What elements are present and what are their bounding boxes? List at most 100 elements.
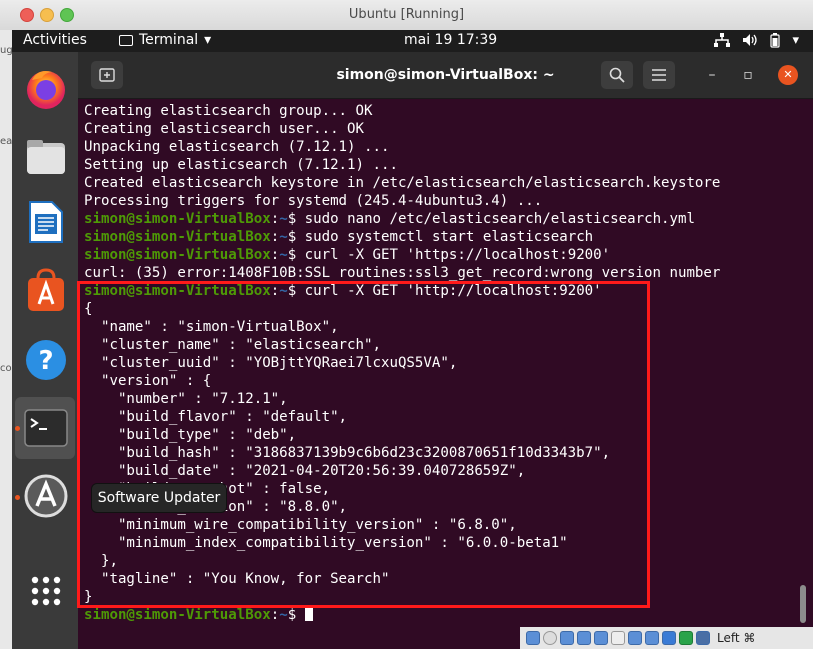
output-text: Created elasticsearch keystore in /etc/e…	[84, 175, 721, 191]
terminal-output-line: Created elasticsearch keystore in /etc/e…	[84, 174, 720, 192]
show-applications-icon	[31, 576, 61, 606]
terminal-output-line: curl: (35) error:1408F10B:SSL routines:s…	[84, 264, 720, 282]
hard-disk-icon[interactable]	[526, 631, 540, 645]
prompt-path: ~	[279, 229, 288, 245]
prompt-separator: :	[270, 211, 280, 227]
prompt-end: $	[287, 229, 305, 245]
terminal-app-icon	[119, 34, 133, 46]
prompt-user: simon@simon-VirtualBox	[84, 607, 271, 623]
hamburger-menu-icon	[652, 69, 666, 81]
audio-icon[interactable]	[560, 631, 574, 645]
writer-launcher[interactable]	[23, 199, 69, 245]
virtualbox-status-bar: Left ⌘	[520, 627, 813, 649]
files-launcher[interactable]	[23, 134, 69, 180]
background-text-fragment: ea	[0, 136, 13, 147]
terminal-launcher[interactable]	[23, 405, 69, 451]
system-menu-caret-icon: ▾	[792, 33, 799, 48]
virtualbox-title-bar: Ubuntu [Running]	[0, 0, 813, 31]
command-text: sudo systemctl start elasticsearch	[304, 229, 594, 245]
running-indicator	[15, 426, 20, 431]
prompt-separator: :	[270, 247, 280, 263]
terminal-command-line: simon@simon-VirtualBox:~$ sudo nano /etc…	[84, 210, 720, 228]
terminal-scrollbar[interactable]	[800, 585, 806, 623]
guest-additions-icon[interactable]	[679, 631, 693, 645]
prompt-path: ~	[279, 247, 288, 263]
mouse-integration-icon[interactable]	[696, 631, 710, 645]
activities-button[interactable]: Activities	[23, 32, 87, 48]
usb-icon[interactable]	[594, 631, 608, 645]
menu-button[interactable]	[643, 61, 675, 89]
help-icon: ?	[26, 340, 66, 380]
minimize-icon: –	[708, 67, 716, 83]
output-text: Processing triggers for systemd (245.4-4…	[84, 193, 543, 209]
prompt-separator: :	[270, 229, 280, 245]
libreoffice-writer-icon	[29, 201, 63, 243]
prompt-user: simon@simon-VirtualBox	[84, 247, 271, 263]
files-icon	[27, 140, 65, 174]
software-updater-icon	[24, 474, 68, 518]
clock[interactable]: mai 19 17:39	[404, 32, 497, 48]
output-text: Creating elasticsearch group... OK	[84, 103, 373, 119]
text-cursor	[304, 606, 313, 621]
close-button[interactable]: ✕	[778, 65, 798, 85]
terminal-icon	[24, 409, 68, 447]
cpu-icon[interactable]	[662, 631, 676, 645]
prompt-path: ~	[279, 607, 288, 623]
system-tray[interactable]: ▾	[714, 33, 799, 48]
maximize-button[interactable]: ▫	[738, 65, 758, 85]
output-text: Setting up elasticsearch (7.12.1) ...	[84, 157, 398, 173]
volume-icon	[743, 34, 758, 46]
terminal-command-line: simon@simon-VirtualBox:~$	[84, 606, 720, 624]
prompt-path: ~	[279, 211, 288, 227]
terminal-command-line: simon@simon-VirtualBox:~$ sudo systemctl…	[84, 228, 720, 246]
background-window-strip: ugi ea co	[0, 30, 15, 649]
minimize-button[interactable]: –	[702, 65, 722, 85]
search-button[interactable]	[601, 61, 633, 89]
svg-text:?: ?	[38, 346, 53, 376]
prompt-end: $	[287, 607, 305, 623]
battery-icon	[770, 33, 781, 48]
output-text: curl: (35) error:1408F10B:SSL routines:s…	[84, 265, 721, 281]
network-adapter-icon[interactable]	[577, 631, 591, 645]
running-indicator	[15, 495, 20, 500]
caret-down-icon: ▾	[204, 32, 212, 48]
software-updater-launcher[interactable]	[23, 473, 69, 519]
terminal-output-line: Processing triggers for systemd (245.4-4…	[84, 192, 720, 210]
show-applications-button[interactable]	[23, 568, 69, 614]
prompt-user: simon@simon-VirtualBox	[84, 211, 271, 227]
window-title: Ubuntu [Running]	[348, 7, 465, 22]
background-text-fragment: co	[0, 363, 12, 374]
video-capture-icon[interactable]	[645, 631, 659, 645]
ubuntu-software-launcher[interactable]	[23, 267, 69, 313]
output-text: Creating elasticsearch user... OK	[84, 121, 365, 137]
display-icon[interactable]	[628, 631, 642, 645]
terminal-output-line: Unpacking elasticsearch (7.12.1) ...	[84, 138, 720, 156]
optical-drive-icon[interactable]	[543, 631, 557, 645]
close-icon: ✕	[783, 68, 793, 81]
search-icon	[609, 67, 625, 83]
terminal-output-line: Setting up elasticsearch (7.12.1) ...	[84, 156, 720, 174]
ubuntu-top-panel: Activities Terminal ▾ mai 19 17:39 ▾	[12, 30, 813, 52]
shared-folders-icon[interactable]	[611, 631, 625, 645]
command-text: sudo nano /etc/elasticsearch/elasticsear…	[304, 211, 695, 227]
firefox-icon	[27, 71, 65, 109]
network-icon	[714, 33, 731, 47]
prompt-separator: :	[270, 607, 280, 623]
ubuntu-software-icon	[28, 268, 64, 311]
ubuntu-dock: ?	[12, 52, 78, 649]
command-text: curl -X GET 'https://localhost:9200'	[304, 247, 611, 263]
help-launcher[interactable]: ?	[23, 337, 69, 383]
dock-tooltip: Software Updater	[91, 483, 227, 513]
app-menu[interactable]: Terminal ▾	[119, 32, 211, 48]
host-key-label: Left ⌘	[717, 631, 756, 645]
app-menu-label: Terminal	[139, 32, 199, 48]
prompt-end: $	[287, 247, 305, 263]
terminal-header-bar: simon@simon-VirtualBox: ~ – ▫ ✕	[78, 52, 813, 99]
prompt-end: $	[287, 211, 305, 227]
terminal-command-line: simon@simon-VirtualBox:~$ curl -X GET 'h…	[84, 246, 720, 264]
firefox-launcher[interactable]	[23, 65, 69, 111]
output-text: Unpacking elasticsearch (7.12.1) ...	[84, 139, 390, 155]
red-annotation-box	[77, 281, 650, 608]
prompt-user: simon@simon-VirtualBox	[84, 229, 271, 245]
terminal-output-line: Creating elasticsearch user... OK	[84, 120, 720, 138]
